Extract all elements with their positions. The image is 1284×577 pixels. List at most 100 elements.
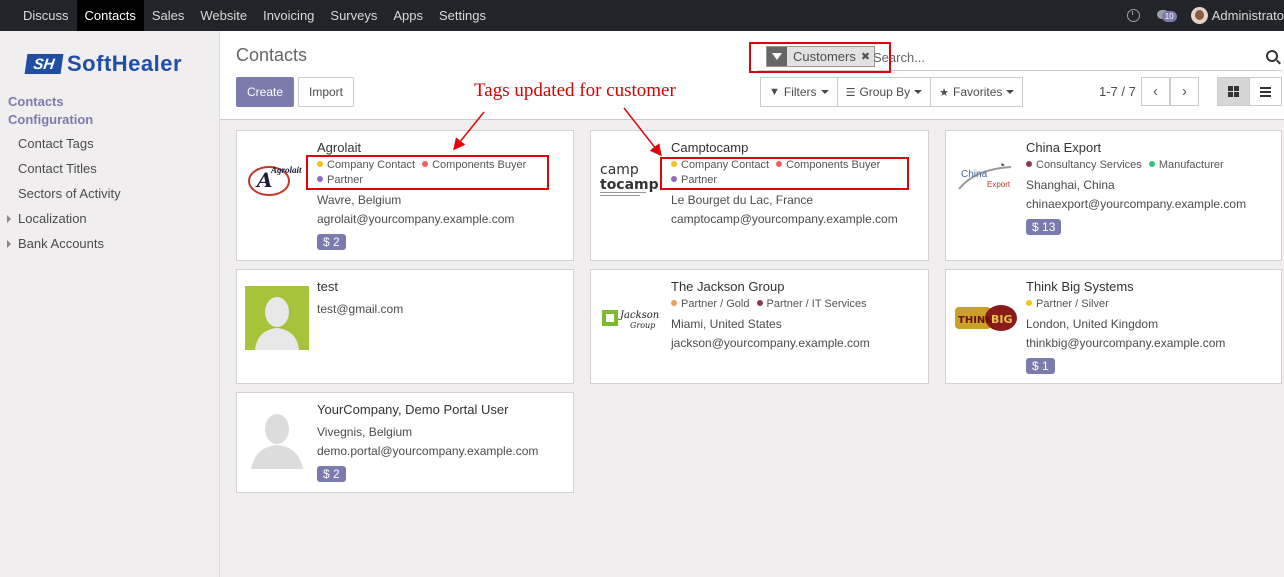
card-tags: Partner / Gold Partner / IT Services [671,297,871,312]
jackson-group-logo-graphic: Jackson Group [602,310,659,330]
bars-icon: ☰ [845,86,856,99]
tag-dot-icon [671,300,677,306]
tag-partner-gold: Partner / Gold [671,298,749,310]
filters-label: Filters [783,85,817,99]
search-input[interactable] [873,47,1253,67]
user-avatar[interactable] [1190,7,1208,24]
dollar-icon: $ [1032,359,1039,373]
tag-consultancy-services: Consultancy Services [1026,159,1142,171]
tag-partner-it-services: Partner / IT Services [756,298,867,310]
caret-down-icon [820,90,829,94]
sidebar-item-localization[interactable]: Localization [7,211,87,226]
page-title: Contacts [236,45,308,65]
card-email: chinaexport@yourcompany.example.com [1026,197,1247,211]
menu-website[interactable]: Website [192,0,255,31]
think-big-logo: THINK BIG [954,286,1018,350]
app-menu: Discuss Contacts Sales Website Invoicing… [0,0,494,31]
svg-text:Export: Export [987,180,1011,189]
dollar-icon: $ [323,235,330,249]
meetings-badge[interactable]: $ 1 [1026,358,1055,374]
meetings-badge[interactable]: $ 2 [317,234,346,250]
card-name: YourCompany, Demo Portal User [317,402,509,417]
card-name: The Jackson Group [671,279,785,294]
tag-dot-icon [756,300,763,306]
tag-dot-icon [1026,161,1032,167]
groupby-label: Group By [859,85,911,99]
sidebar-item-bank-accounts[interactable]: Bank Accounts [7,236,104,251]
avatar-placeholder-icon [245,405,309,469]
tag-dot-icon [1148,161,1155,167]
sidebar-item-contact-titles[interactable]: Contact Titles [18,161,97,176]
svg-text:Jackson: Jackson [618,310,659,321]
menu-sales[interactable]: Sales [144,0,193,31]
card-tags: Partner / Silver [1026,297,1113,312]
menu-apps[interactable]: Apps [385,0,431,31]
svg-text:BIG: BIG [991,313,1013,326]
agrolait-logo-text: Agrolait [270,165,302,175]
card-address: Wavre, Belgium [317,193,402,207]
think-big-logo-graphic: THINK BIG [955,305,1017,331]
logo-mark: SH [24,54,64,74]
agrolait-logo: A Agrolait [245,147,309,211]
kanban-card-jackson-group[interactable]: Jackson Group The Jackson Group Partner … [590,269,929,384]
menu-contacts[interactable]: Contacts [76,0,144,31]
dollar-icon: $ [1032,220,1039,234]
sidebar-header-contacts[interactable]: Contacts [8,94,64,109]
activity-clock-icon[interactable] [1126,9,1140,22]
sidebar-item-label: Localization [18,211,87,226]
tag-dot-icon [1026,300,1032,306]
sidebar: SH SoftHealer Contacts Configuration Con… [0,31,220,577]
kanban-card-camptocamp[interactable]: camp tocamp Camptocamp Company Contact C… [590,130,929,261]
menu-surveys[interactable]: Surveys [322,0,385,31]
menu-discuss[interactable]: Discuss [15,0,77,31]
search-options: ▼ Filters ☰ Group By ★ Favorites [760,77,1024,107]
create-button[interactable]: Create [236,77,294,107]
sidebar-item-contact-tags[interactable]: Contact Tags [18,136,94,151]
import-button[interactable]: Import [298,77,354,107]
card-name: Think Big Systems [1026,279,1134,294]
card-name: test [317,279,338,294]
messaging-icon[interactable]: 10 [1156,9,1179,23]
search-icon[interactable] [1266,50,1278,62]
meeting-count: 2 [333,467,340,481]
kanban-icon [1228,86,1239,97]
meetings-badge[interactable]: $ 2 [317,466,346,482]
meeting-count: 13 [1042,220,1056,234]
caret-down-icon [1006,90,1015,94]
kanban-card-agrolait[interactable]: A Agrolait Agrolait Company Contact Comp… [236,130,574,261]
jackson-group-logo: Jackson Group [599,286,663,350]
card-address: Miami, United States [671,317,782,331]
kanban-card-china-export[interactable]: China Export China Export Consultancy Se… [945,130,1282,261]
sidebar-header-configuration[interactable]: Configuration [8,112,93,127]
card-email: test@gmail.com [317,302,404,316]
pager-previous-button[interactable]: ‹ [1141,77,1170,106]
kanban-card-think-big[interactable]: THINK BIG Think Big Systems Partner / Si… [945,269,1282,384]
camptocamp-logo: camp tocamp [599,147,663,211]
meeting-count: 1 [1042,359,1049,373]
caret-right-icon [7,215,11,223]
caret-down-icon [914,90,923,94]
kanban-card-demo-portal-user[interactable]: YourCompany, Demo Portal User Vivegnis, … [236,392,574,493]
card-tags: Consultancy Services Manufacturer [1026,158,1228,173]
favorites-label: Favorites [953,85,1003,99]
logo-text: SoftHealer [67,51,183,76]
meetings-badge[interactable]: $ 13 [1026,219,1062,235]
card-name: Camptocamp [671,140,749,155]
card-address: London, United Kingdom [1026,317,1159,331]
pager-value[interactable]: 1-7 / 7 [1099,84,1136,99]
pager-next-button[interactable]: › [1170,77,1199,106]
user-name[interactable]: Administrato [1212,8,1284,23]
favorites-dropdown[interactable]: ★ Favorites [931,78,1022,106]
menu-settings[interactable]: Settings [431,0,494,31]
menu-invoicing[interactable]: Invoicing [255,0,322,31]
groupby-dropdown[interactable]: ☰ Group By [838,78,932,106]
kanban-view-button[interactable] [1217,77,1250,106]
sidebar-item-sectors[interactable]: Sectors of Activity [18,186,121,201]
softhealer-logo: SH SoftHealer [24,51,183,77]
chevron-right-icon: › [1182,83,1187,100]
kanban-card-test[interactable]: test test@gmail.com [236,269,574,384]
card-email: jackson@yourcompany.example.com [671,336,870,350]
filters-dropdown[interactable]: ▼ Filters [761,78,838,106]
chevron-left-icon: ‹ [1153,83,1158,100]
list-view-button[interactable] [1249,77,1282,106]
